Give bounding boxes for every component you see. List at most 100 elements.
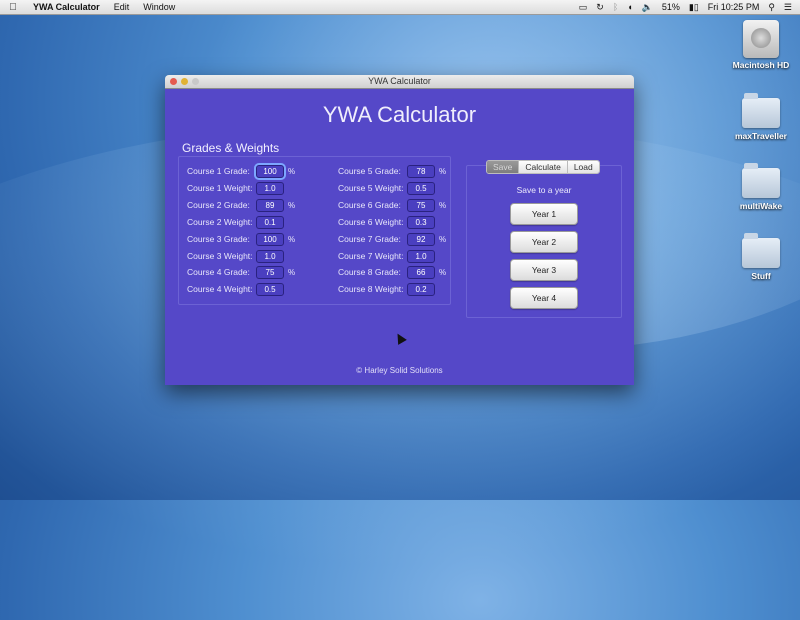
course-3-weight-field[interactable]: 1.0 <box>256 249 284 263</box>
course-2-weight-label: Course 2 Weight: <box>187 217 253 227</box>
course-3-weight-row: Course 3 Weight: 1.0 <box>187 249 284 263</box>
course-5-grade-field[interactable]: 78 <box>407 164 435 178</box>
desktop-icon-macintosh-hd[interactable]: Macintosh HD <box>726 20 796 70</box>
wifi-icon[interactable]: ◖ <box>627 2 632 12</box>
course-6-grade-row: Course 6 Grade: 75 % <box>338 198 446 212</box>
course-6-grade-field[interactable]: 75 <box>407 198 435 212</box>
volume-icon[interactable]: 🔈 <box>642 2 653 13</box>
course-2-weight-row: Course 2 Weight: 0.1 <box>187 215 284 229</box>
zoom-window-button[interactable] <box>192 78 199 85</box>
percent-label: % <box>439 166 447 176</box>
airplay-icon[interactable]: ▭ <box>579 2 588 13</box>
desktop-icon-stuff[interactable]: Stuff <box>726 233 796 281</box>
course-4-grade-row: Course 4 Grade: 75 % <box>187 265 295 279</box>
course-4-weight-field[interactable]: 0.5 <box>256 282 284 296</box>
tab-segmented-control: Save Calculate Load <box>486 160 600 174</box>
course-4-weight-row: Course 4 Weight: 0.5 <box>187 282 284 296</box>
window-title: YWA Calculator <box>368 76 431 86</box>
folder-icon <box>742 233 780 268</box>
course-6-weight-row: Course 6 Weight: 0.3 <box>338 215 435 229</box>
course-5-grade-row: Course 5 Grade: 78 % <box>338 164 446 178</box>
desktop-icon-label: multiWake <box>739 201 783 211</box>
tab-load[interactable]: Load <box>567 161 599 173</box>
minimize-window-button[interactable] <box>181 78 188 85</box>
percent-label: % <box>288 267 296 277</box>
percent-label: % <box>288 166 296 176</box>
course-4-grade-field[interactable]: 75 <box>256 265 284 279</box>
course-7-grade-row: Course 7 Grade: 92 % <box>338 232 446 246</box>
bluetooth-icon[interactable]: ᛒ <box>613 2 618 12</box>
desktop-icon-maxtraveller[interactable]: maxTraveller <box>726 93 796 141</box>
course-6-grade-label: Course 6 Grade: <box>338 200 401 210</box>
course-4-weight-label: Course 4 Weight: <box>187 284 253 294</box>
course-8-weight-field[interactable]: 0.2 <box>407 282 435 296</box>
tab-save[interactable]: Save <box>487 161 520 173</box>
course-6-weight-label: Course 6 Weight: <box>338 217 404 227</box>
course-4-grade-label: Course 4 Grade: <box>187 267 250 277</box>
course-2-grade-row: Course 2 Grade: 89 % <box>187 198 295 212</box>
year-1-button[interactable]: Year 1 <box>510 203 578 225</box>
tab-calculate[interactable]: Calculate <box>519 161 568 173</box>
menu-edit[interactable]: Edit <box>107 2 137 12</box>
battery-icon[interactable]: ▮▯ <box>689 2 699 13</box>
copyright-footer: © Harley Solid Solutions <box>356 366 443 375</box>
course-1-grade-row: Course 1 Grade: 100 % <box>187 164 295 178</box>
desktop-icon-multiwake[interactable]: multiWake <box>726 163 796 211</box>
course-5-grade-label: Course 5 Grade: <box>338 166 401 176</box>
course-1-weight-label: Course 1 Weight: <box>187 183 253 193</box>
percent-label: % <box>439 267 447 277</box>
course-8-grade-row: Course 8 Grade: 66 % <box>338 265 446 279</box>
apple-menu-icon[interactable]:  <box>0 2 26 13</box>
battery-percent[interactable]: 51% <box>662 2 680 12</box>
year-4-button[interactable]: Year 4 <box>510 287 578 309</box>
course-2-weight-field[interactable]: 0.1 <box>256 215 284 229</box>
course-7-weight-label: Course 7 Weight: <box>338 251 404 261</box>
course-7-weight-row: Course 7 Weight: 1.0 <box>338 249 435 263</box>
app-menu[interactable]: YWA Calculator <box>26 2 107 12</box>
close-window-button[interactable] <box>170 78 177 85</box>
course-3-grade-field[interactable]: 100 <box>256 232 284 246</box>
app-title: YWA Calculator <box>322 102 477 127</box>
grades-weights-title: Grades & Weights <box>182 141 280 155</box>
folder-icon <box>742 163 780 198</box>
year-2-button[interactable]: Year 2 <box>510 231 578 253</box>
course-2-grade-label: Course 2 Grade: <box>187 200 250 210</box>
course-5-weight-field[interactable]: 0.5 <box>407 181 435 195</box>
spotlight-search-icon[interactable]: ⚲ <box>768 2 775 13</box>
save-to-year-label: Save to a year <box>516 185 572 195</box>
time-machine-icon[interactable]: ↻ <box>596 2 604 13</box>
course-7-grade-label: Course 7 Grade: <box>338 234 401 244</box>
course-5-weight-row: Course 5 Weight: 0.5 <box>338 181 435 195</box>
desktop-icon-label: Stuff <box>751 271 771 281</box>
folder-icon <box>742 93 780 128</box>
desktop-icon-label: Macintosh HD <box>732 60 790 70</box>
year-3-button[interactable]: Year 3 <box>510 259 578 281</box>
course-7-weight-field[interactable]: 1.0 <box>407 249 435 263</box>
course-3-weight-label: Course 3 Weight: <box>187 251 253 261</box>
course-1-grade-label: Course 1 Grade: <box>187 166 250 176</box>
course-1-weight-row: Course 1 Weight: 1.0 <box>187 181 284 195</box>
course-8-grade-field[interactable]: 66 <box>407 265 435 279</box>
notification-list-icon[interactable]: ☰ <box>784 2 792 13</box>
course-7-grade-field[interactable]: 92 <box>407 232 435 246</box>
course-3-grade-label: Course 3 Grade: <box>187 234 250 244</box>
course-5-weight-label: Course 5 Weight: <box>338 183 404 193</box>
course-8-grade-label: Course 8 Grade: <box>338 267 401 277</box>
menu-extras: ▭ ↻ ᛒ ◖ 🔈 51% ▮▯ Fri 10:25 PM ⚲ ☰ <box>579 0 800 14</box>
percent-label: % <box>288 200 296 210</box>
course-8-weight-row: Course 8 Weight: 0.2 <box>338 282 435 296</box>
menu-window[interactable]: Window <box>136 2 182 12</box>
hard-drive-icon <box>743 20 779 58</box>
percent-label: % <box>288 234 296 244</box>
course-2-grade-field[interactable]: 89 <box>256 198 284 212</box>
menu-bar:  YWA Calculator Edit Window ▭ ↻ ᛒ ◖ 🔈 5… <box>0 0 800 15</box>
window-titlebar[interactable]: YWA Calculator <box>165 75 634 89</box>
percent-label: % <box>439 234 447 244</box>
course-1-grade-field[interactable]: 100 <box>256 164 284 178</box>
course-6-weight-field[interactable]: 0.3 <box>407 215 435 229</box>
course-1-weight-field[interactable]: 1.0 <box>256 181 284 195</box>
desktop-icon-label: maxTraveller <box>735 131 787 141</box>
course-3-grade-row: Course 3 Grade: 100 % <box>187 232 295 246</box>
course-8-weight-label: Course 8 Weight: <box>338 284 404 294</box>
clock[interactable]: Fri 10:25 PM <box>708 2 760 12</box>
